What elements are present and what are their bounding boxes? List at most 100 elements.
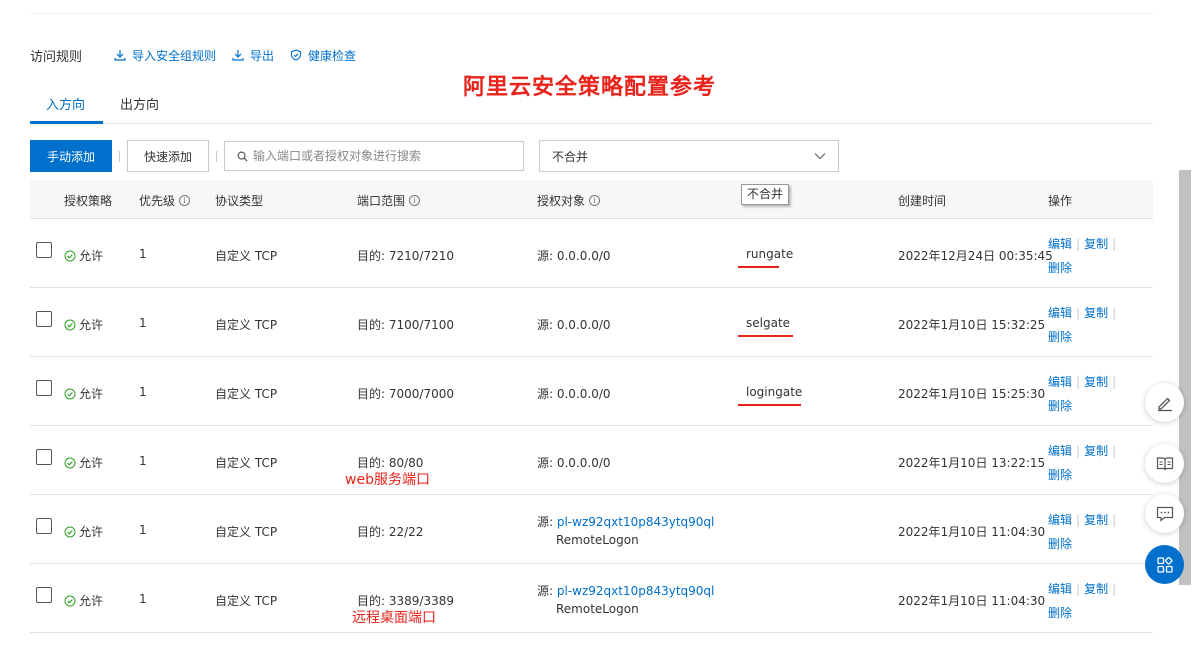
protocol-cell: 自定义 TCP [215,387,278,401]
row-checkbox[interactable] [36,380,52,396]
protocol-cell: 自定义 TCP [215,249,278,263]
op-divider: | [1076,306,1081,320]
manual-add-button[interactable]: 手动添加 [30,140,112,172]
quick-add-button[interactable]: 快速添加 [127,140,209,172]
search-box [224,141,524,171]
source-prefix: 源: [537,318,557,332]
created-time-cell: 2022年1月10日 11:04:30 [898,594,1046,608]
priority-cell: 1 [139,316,147,330]
policy-label: 允许 [79,318,104,332]
op-divider: | [1076,513,1081,527]
source-prefix: 源: [537,515,557,529]
source-value[interactable]: pl-wz92qxt10p843ytq90ql [557,515,715,529]
source-prefix: 源: [537,456,557,470]
created-time-cell: 2022年12月24日 00:35:45 [898,249,1053,263]
chat-button[interactable] [1145,494,1184,533]
copy-link[interactable]: 复制 [1084,375,1108,389]
direction-tabs: 入方向 出方向 [30,85,1153,124]
annotation-underline [738,335,793,337]
edit-link[interactable]: 编辑 [1048,375,1072,389]
tab-inbound[interactable]: 入方向 [46,94,85,113]
feedback-edit-button[interactable] [1145,383,1184,422]
edit-link[interactable]: 编辑 [1048,513,1072,527]
header-port-range-label: 端口范围 [357,194,406,208]
top-divider [30,13,1153,14]
actions-cell-2: 删除 [1048,397,1072,414]
web-port-note: web服务端口 [345,472,430,488]
source-value: 0.0.0.0/0 [556,318,611,332]
tab-outbound[interactable]: 出方向 [120,94,159,113]
header-policy: 授权策略 [64,192,112,209]
health-check-link[interactable]: 健康检查 [290,47,356,64]
op-divider: | [1112,237,1117,251]
delete-link[interactable]: 删除 [1048,399,1072,413]
merge-select[interactable]: 不合并 [539,140,839,172]
created-time-cell: 2022年1月10日 13:22:15 [898,456,1046,470]
header-actions: 操作 [1048,192,1072,209]
header-actions-label: 操作 [1048,194,1073,208]
rule-description: logingate [746,385,803,399]
search-input[interactable] [253,149,513,163]
edit-link[interactable]: 编辑 [1048,582,1072,596]
edit-icon [1157,397,1172,411]
copy-link[interactable]: 复制 [1084,513,1108,527]
edit-link[interactable]: 编辑 [1048,237,1072,251]
row-checkbox[interactable] [36,311,52,327]
security-group-rules-page: 访问规则 导入安全组规则 导出 健康检查 阿里云安全策略配置参考 入方向 出方向… [0,0,1193,645]
actions-cell: 编辑 | 复制 | [1048,580,1120,597]
edit-link[interactable]: 编辑 [1048,444,1072,458]
header-port-range: 端口范围 i [357,192,421,209]
row-checkbox[interactable] [36,242,52,258]
row-checkbox[interactable] [36,587,52,603]
copy-link[interactable]: 复制 [1084,306,1108,320]
header-created-label: 创建时间 [898,194,947,208]
import-rules-link[interactable]: 导入安全组规则 [114,47,216,64]
delete-link[interactable]: 删除 [1048,468,1072,482]
actions-cell-2: 删除 [1048,466,1072,483]
check-circle-icon [64,457,76,468]
merge-tooltip: 不合并 [741,184,790,205]
source-prefix: 源: [537,387,557,401]
delete-link[interactable]: 删除 [1048,330,1072,344]
copy-link[interactable]: 复制 [1084,444,1108,458]
delete-link[interactable]: 删除 [1048,606,1072,620]
priority-cell: 1 [139,454,147,468]
policy-label: 允许 [79,594,104,608]
header-created: 创建时间 [898,192,946,209]
docs-button[interactable] [1145,444,1184,483]
actions-cell-2: 删除 [1048,604,1072,621]
port-range-cell: 目的: 7210/7210 [357,249,454,263]
copy-link[interactable]: 复制 [1084,582,1108,596]
priority-cell: 1 [139,385,147,399]
apps-button[interactable] [1145,545,1184,584]
policy-label: 允许 [79,456,104,470]
protocol-cell: 自定义 TCP [215,318,278,332]
edit-link[interactable]: 编辑 [1048,306,1072,320]
info-icon[interactable]: i [179,195,191,206]
check-circle-icon [64,250,76,261]
info-icon[interactable]: i [409,195,421,206]
policy-cell: 允许 [64,523,103,540]
header-priority-label: 优先级 [139,194,176,208]
delete-link[interactable]: 删除 [1048,537,1072,551]
check-circle-icon [64,526,76,537]
op-divider: | [1112,582,1117,596]
source-cell: 源: pl-wz92qxt10p843ytq90ql [537,513,714,530]
check-circle-icon [64,595,76,606]
source-cell: 源: 0.0.0.0/0 [537,454,611,471]
row-checkbox[interactable] [36,518,52,534]
op-divider: | [1112,306,1117,320]
copy-link[interactable]: 复制 [1084,237,1108,251]
actions-cell: 编辑 | 复制 | [1048,235,1120,252]
table-row: 允许 1 自定义 TCP 目的: 80/80 源: 0.0.0.0/0 2022… [30,426,1153,495]
delete-link[interactable]: 删除 [1048,261,1072,275]
table-header: 授权策略 优先级 i 协议类型 端口范围 i 授权对象 i 创建时间 操作 [30,180,1153,219]
source-value[interactable]: pl-wz92qxt10p843ytq90ql [557,584,715,598]
op-divider: | [1112,444,1117,458]
row-checkbox[interactable] [36,449,52,465]
actions-cell-2: 删除 [1048,328,1072,345]
info-icon[interactable]: i [589,195,601,206]
export-link[interactable]: 导出 [232,47,274,64]
source-cell: 源: 0.0.0.0/0 [537,385,611,402]
table-row: 允许 1 自定义 TCP 目的: 7100/7100 源: 0.0.0.0/0 … [30,288,1153,357]
